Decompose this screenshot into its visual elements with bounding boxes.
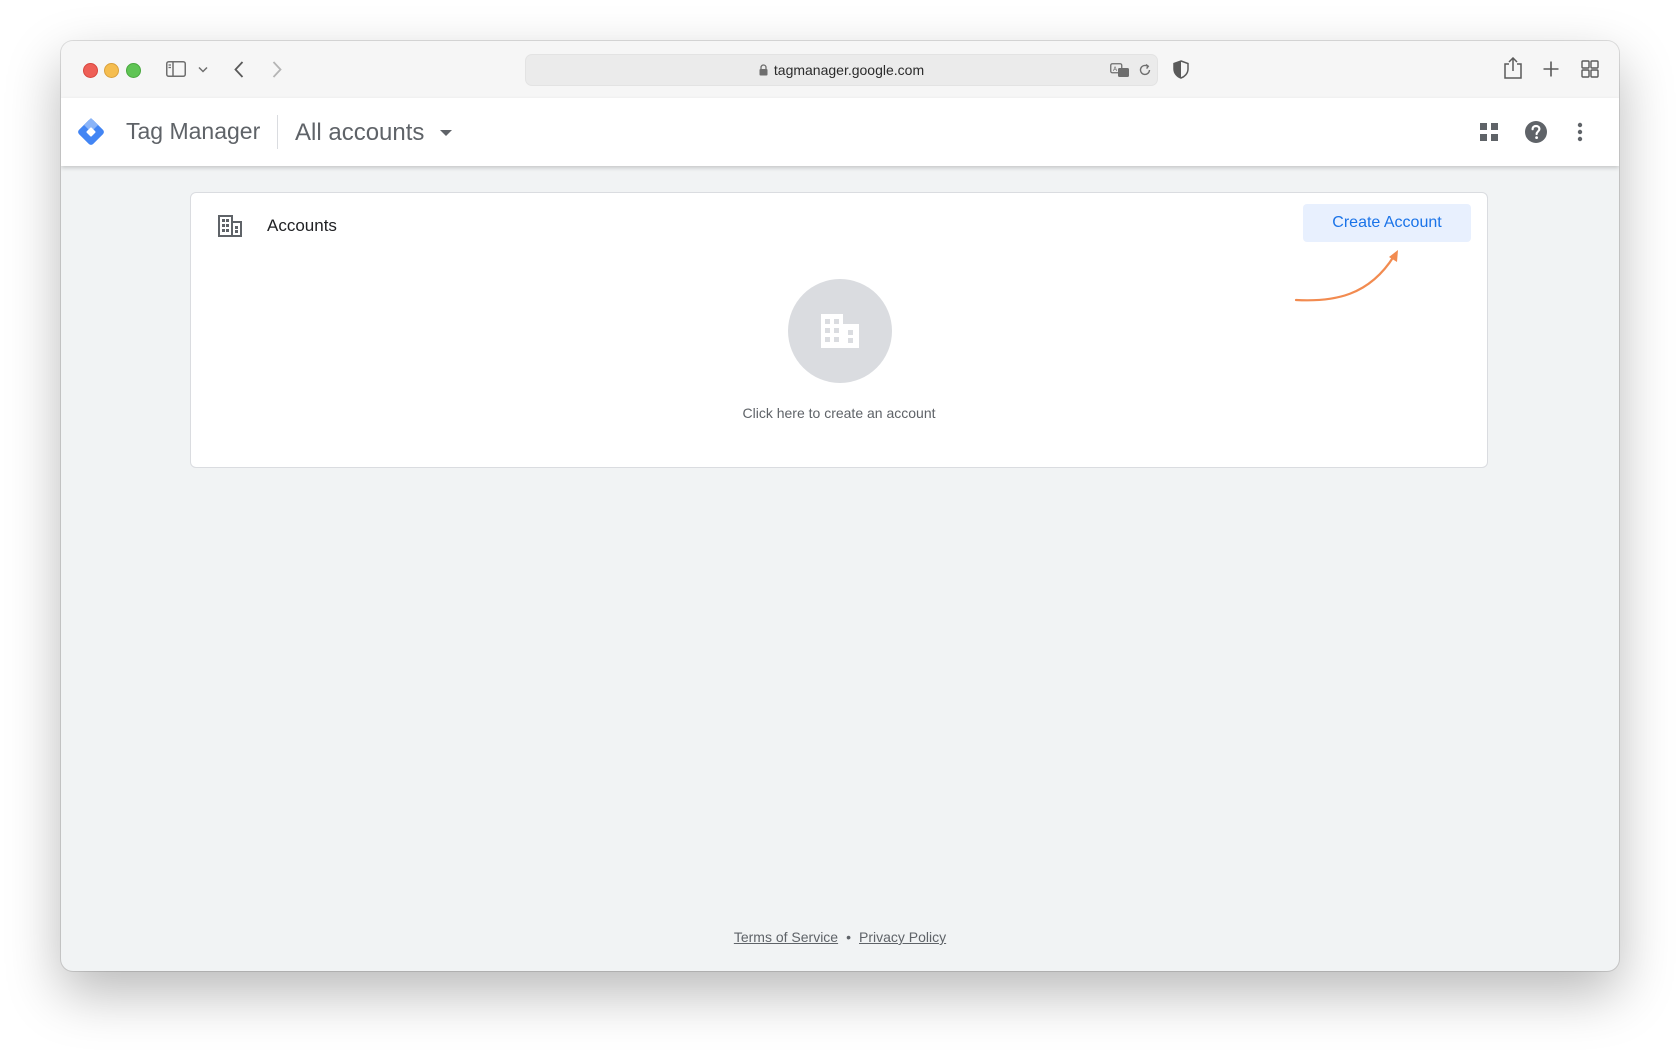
browser-window: tagmanager.google.com A Tag Manager All … bbox=[61, 41, 1619, 971]
empty-state-text[interactable]: Click here to create an account bbox=[191, 405, 1487, 421]
reload-icon[interactable] bbox=[1136, 61, 1154, 79]
header-divider bbox=[277, 115, 278, 149]
terms-of-service-link[interactable]: Terms of Service bbox=[734, 929, 838, 945]
accounts-card: Accounts Create Account Click here to cr… bbox=[190, 192, 1488, 468]
dropdown-arrow-icon bbox=[440, 130, 453, 136]
privacy-policy-link[interactable]: Privacy Policy bbox=[859, 929, 946, 945]
apps-grid-icon[interactable] bbox=[1474, 117, 1504, 147]
back-icon[interactable] bbox=[229, 59, 249, 79]
browser-toolbar: tagmanager.google.com A bbox=[61, 41, 1619, 99]
product-name[interactable]: Tag Manager bbox=[126, 118, 260, 145]
empty-state-building-icon[interactable] bbox=[788, 279, 892, 383]
building-icon bbox=[218, 215, 242, 242]
privacy-shield-icon[interactable] bbox=[1170, 57, 1192, 81]
help-icon[interactable] bbox=[1521, 117, 1551, 147]
address-bar[interactable]: tagmanager.google.com A bbox=[525, 54, 1158, 86]
zoom-window-button[interactable] bbox=[126, 63, 141, 78]
chevron-down-icon[interactable] bbox=[197, 63, 209, 75]
url-text: tagmanager.google.com bbox=[773, 62, 925, 78]
card-title: Accounts bbox=[267, 216, 337, 235]
minimize-window-button[interactable] bbox=[104, 63, 119, 78]
sidebar-icon[interactable] bbox=[165, 59, 187, 79]
lock-icon bbox=[759, 63, 768, 79]
close-window-button[interactable] bbox=[83, 63, 98, 78]
more-vert-icon[interactable] bbox=[1565, 117, 1595, 147]
create-account-button[interactable]: Create Account bbox=[1303, 204, 1471, 242]
gtm-logo-icon[interactable] bbox=[74, 115, 108, 154]
tab-overview-icon[interactable] bbox=[1579, 58, 1601, 80]
account-picker[interactable]: All accounts bbox=[295, 115, 453, 151]
share-icon[interactable] bbox=[1501, 55, 1525, 81]
footer: Terms of Service • Privacy Policy bbox=[61, 929, 1619, 945]
translate-icon[interactable]: A bbox=[1109, 61, 1131, 79]
app-header: Tag Manager All accounts bbox=[61, 98, 1619, 166]
footer-separator: • bbox=[846, 929, 851, 945]
forward-icon[interactable] bbox=[267, 59, 287, 79]
new-tab-icon[interactable] bbox=[1540, 58, 1562, 80]
annotation-arrow bbox=[1294, 250, 1398, 302]
account-picker-label: All accounts bbox=[295, 119, 425, 146]
svg-text:A: A bbox=[1113, 66, 1118, 73]
